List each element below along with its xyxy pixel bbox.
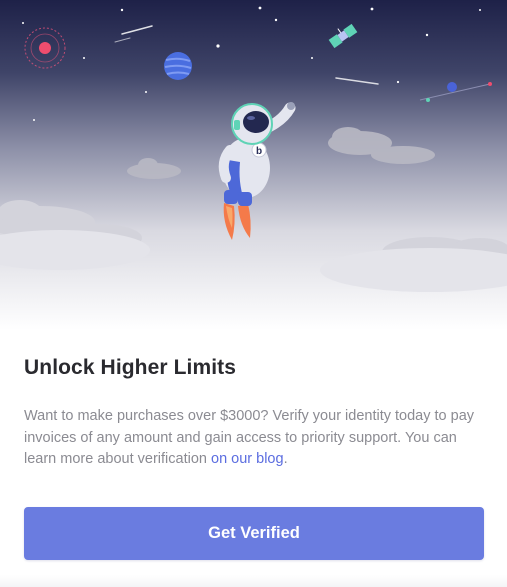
description-period: . xyxy=(283,451,288,467)
get-verified-button[interactable]: Get Verified xyxy=(24,507,484,560)
page-title: Unlock Higher Limits xyxy=(24,356,237,379)
bottom-divider xyxy=(0,575,507,587)
verification-card: b Unlock Higher Limits Want to make purc… xyxy=(0,0,507,587)
blog-link[interactable]: on our blog xyxy=(211,451,284,467)
astronaut-badge: b xyxy=(256,146,262,157)
planet-icon xyxy=(164,52,192,80)
description-text: Want to make purchases over $3000? Verif… xyxy=(24,406,484,471)
space-illustration: b xyxy=(0,0,507,330)
